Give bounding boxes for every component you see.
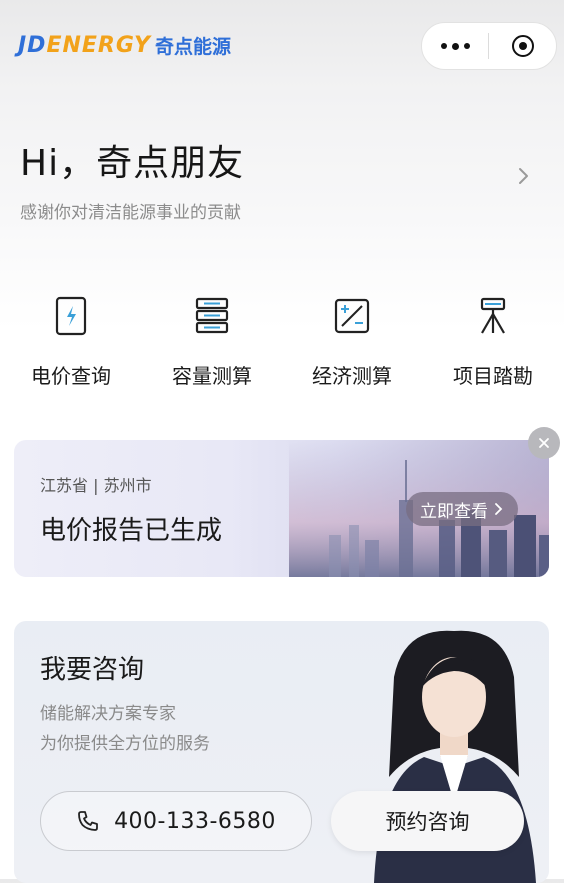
price-report-banner[interactable]: 江苏省 | 苏州市 电价报告已生成 立即查看 bbox=[14, 440, 549, 577]
target-close-icon bbox=[511, 35, 534, 57]
banner-title: 电价报告已生成 bbox=[40, 516, 223, 546]
view-now-label: 立即查看 bbox=[420, 501, 488, 522]
feature-economic-calc[interactable]: 经济测算 bbox=[292, 292, 412, 389]
server-stack-icon bbox=[152, 292, 272, 340]
book-consultation-button[interactable]: 预约咨询 bbox=[331, 791, 524, 851]
feature-capacity-calc[interactable]: 容量测算 bbox=[152, 292, 272, 389]
feature-label: 经济测算 bbox=[312, 364, 392, 388]
close-miniapp-button[interactable] bbox=[489, 35, 556, 57]
battery-bolt-icon bbox=[11, 292, 131, 340]
feature-label: 项目踏勘 bbox=[453, 364, 533, 388]
close-banner-button[interactable] bbox=[528, 427, 560, 459]
dot-icon bbox=[463, 43, 470, 49]
miniapp-capsule bbox=[421, 22, 557, 70]
view-now-button[interactable]: 立即查看 bbox=[406, 492, 518, 526]
feature-price-query[interactable]: 电价查询 bbox=[11, 292, 131, 389]
logo-text-cn: 奇点能源 bbox=[154, 35, 231, 58]
chevron-right-icon[interactable] bbox=[518, 166, 530, 190]
phone-number: 400-133-6580 bbox=[114, 808, 276, 834]
consult-card: 我要咨询 储能解决方案专家 为你提供全方位的服务 400-133-6580 预约… bbox=[14, 621, 549, 883]
survey-tripod-icon bbox=[433, 292, 553, 340]
greeting-title: Hi，奇点朋友 bbox=[20, 143, 245, 184]
more-options-button[interactable] bbox=[422, 23, 488, 69]
consult-subtitle-1: 储能解决方案专家 bbox=[40, 704, 176, 724]
logo-text-en: JDENERGY bbox=[18, 32, 151, 58]
consult-subtitle-2: 为你提供全方位的服务 bbox=[40, 734, 210, 754]
phone-icon bbox=[78, 811, 98, 831]
chevron-right-icon bbox=[495, 503, 503, 515]
brand-logo: JDENERGY 奇点能源 bbox=[18, 30, 231, 60]
call-phone-button[interactable]: 400-133-6580 bbox=[40, 791, 312, 851]
close-icon bbox=[539, 438, 549, 448]
dot-icon bbox=[451, 42, 459, 50]
consult-title: 我要咨询 bbox=[40, 655, 145, 685]
feature-site-survey[interactable]: 项目踏勘 bbox=[433, 292, 553, 389]
banner-location: 江苏省 | 苏州市 bbox=[40, 476, 152, 495]
feature-label: 电价查询 bbox=[31, 364, 111, 388]
calculator-icon bbox=[292, 292, 412, 340]
dot-icon bbox=[440, 43, 447, 49]
feature-label: 容量测算 bbox=[172, 364, 252, 388]
greeting-subtitle: 感谢你对清洁能源事业的贡献 bbox=[20, 203, 241, 223]
